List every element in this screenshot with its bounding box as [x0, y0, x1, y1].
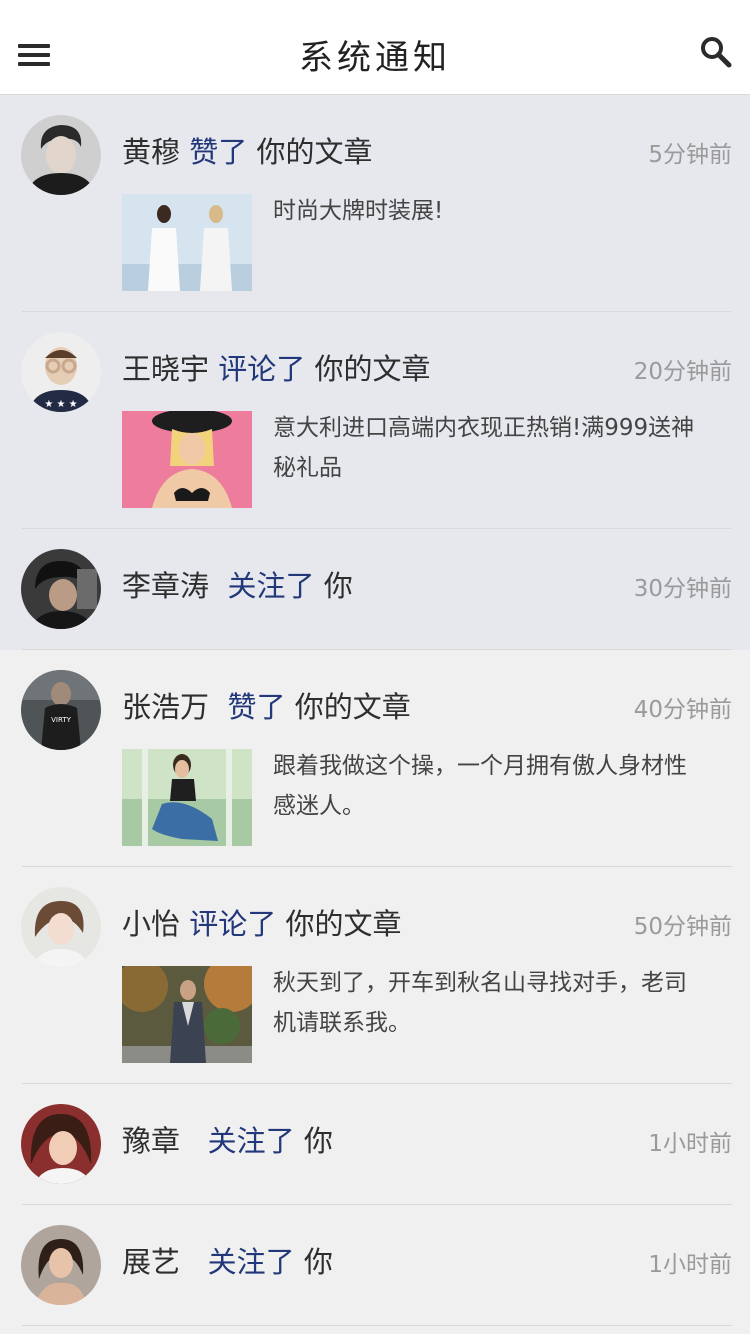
object-text: 你的文章 [285, 907, 402, 941]
user-name[interactable]: 李章涛 [122, 569, 209, 603]
search-icon[interactable] [698, 34, 734, 70]
user-avatar[interactable] [21, 115, 101, 195]
user-name[interactable]: 展艺 [122, 1245, 180, 1279]
notification-item[interactable]: 小怡 评论了 你的文章 50分钟前 秋天到了，开车到秋名山寻找对手，老司机请联系… [0, 867, 750, 1084]
timestamp: 5分钟前 [648, 142, 732, 168]
user-name[interactable]: 王晓宇 [122, 352, 209, 386]
user-name[interactable]: 豫章 [122, 1124, 180, 1158]
article-thumbnail[interactable] [122, 966, 252, 1063]
user-name[interactable]: 黄穆 [122, 135, 180, 169]
svg-text:VIRTY: VIRTY [51, 716, 71, 724]
user-name[interactable]: 小怡 [122, 907, 180, 941]
notification-item[interactable]: 展艺 关注了 你 1小时前 [0, 1205, 750, 1326]
top-bar: 系统通知 [0, 0, 750, 95]
action-text: 赞了 [227, 690, 286, 724]
action-text: 赞了 [189, 135, 248, 169]
timestamp: 50分钟前 [633, 914, 732, 940]
timestamp: 20分钟前 [633, 359, 732, 385]
action-text: 关注了 [207, 1124, 295, 1158]
article-excerpt: 意大利进口高端内衣现正热销!满999送神秘礼品 [273, 415, 695, 481]
object-text: 你 [303, 1245, 333, 1279]
article-excerpt: 时尚大牌时装展! [273, 198, 444, 224]
article-excerpt: 跟着我做这个操，一个月拥有傲人身材性感迷人。 [273, 753, 687, 819]
timestamp: 30分钟前 [633, 576, 732, 602]
object-text: 你的文章 [314, 352, 431, 386]
svg-text:★ ★ ★: ★ ★ ★ [44, 399, 77, 410]
notification-list: 黄穆 赞了 你的文章 5分钟前 时尚大牌时装展! ★ ★ ★ 王晓宇 评论了 你… [0, 95, 750, 1326]
article-thumbnail[interactable] [122, 411, 252, 508]
user-avatar[interactable] [21, 549, 101, 629]
notification-item[interactable]: ★ ★ ★ 王晓宇 评论了 你的文章 20分钟前 意大利进口高端内衣现正热销!满… [0, 312, 750, 529]
divider [22, 1325, 732, 1326]
page-title: 系统通知 [299, 38, 451, 78]
action-text: 评论了 [218, 352, 306, 386]
timestamp: 40分钟前 [633, 697, 732, 723]
object-text: 你的文章 [256, 135, 373, 169]
notification-item[interactable]: VIRTY 张浩万 赞了 你的文章 40分钟前 跟着我做这个操，一个月拥有傲人身… [0, 650, 750, 867]
action-text: 关注了 [207, 1245, 295, 1279]
user-avatar[interactable]: ★ ★ ★ [21, 332, 101, 412]
object-text: 你 [303, 1124, 333, 1158]
timestamp: 1小时前 [648, 1131, 732, 1157]
user-avatar[interactable] [21, 1104, 101, 1184]
user-avatar[interactable] [21, 887, 101, 967]
notification-item[interactable]: 李章涛 关注了 你 30分钟前 [0, 529, 750, 650]
article-thumbnail[interactable] [122, 194, 252, 291]
user-name[interactable]: 张浩万 [122, 690, 209, 724]
article-thumbnail[interactable] [122, 749, 252, 846]
timestamp: 1小时前 [648, 1252, 732, 1278]
object-text: 你 [323, 569, 353, 603]
action-text: 评论了 [189, 907, 277, 941]
user-avatar[interactable] [21, 1225, 101, 1305]
article-excerpt: 秋天到了，开车到秋名山寻找对手，老司机请联系我。 [273, 970, 687, 1036]
notification-item[interactable]: 豫章 关注了 你 1小时前 [0, 1084, 750, 1205]
object-text: 你的文章 [294, 690, 411, 724]
notification-item[interactable]: 黄穆 赞了 你的文章 5分钟前 时尚大牌时装展! [0, 95, 750, 312]
user-avatar[interactable]: VIRTY [21, 670, 101, 750]
action-text: 关注了 [227, 569, 315, 603]
